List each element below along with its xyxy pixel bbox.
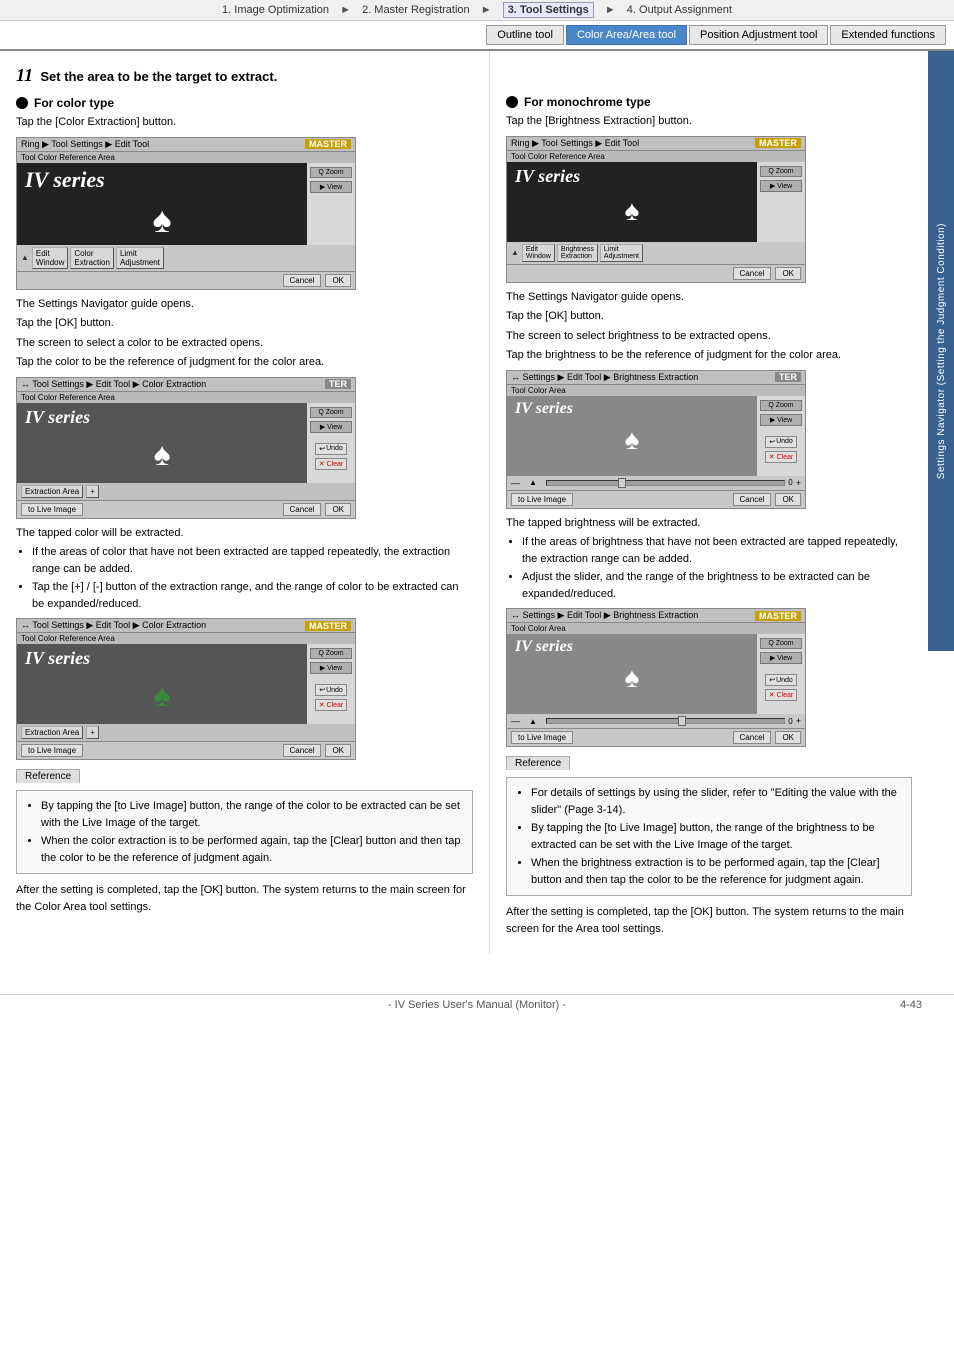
left-step1: Tap the [Color Extraction] button. bbox=[16, 114, 473, 131]
ui-screenshot-left-2: ↔ Tool Settings ▶ Edit Tool ▶ Color Extr… bbox=[16, 377, 356, 519]
extract-area-btn-l2[interactable]: Extraction Area bbox=[21, 485, 83, 498]
right-subsection-title: For monochrome type bbox=[506, 95, 912, 109]
bullet-icon-right bbox=[506, 96, 518, 108]
cancel-btn-r2[interactable]: Cancel bbox=[733, 493, 772, 506]
right-bullets: If the areas of brightness that have not… bbox=[522, 534, 912, 602]
view-btn-l1[interactable]: ▶ View bbox=[310, 181, 352, 193]
right-step2: The Settings Navigator guide opens. bbox=[506, 289, 912, 306]
zoom-btn-r3[interactable]: Q Zoom bbox=[760, 638, 802, 649]
reference-list-right: For details of settings by using the sli… bbox=[531, 785, 903, 888]
left-closing: After the setting is completed, tap the … bbox=[16, 882, 473, 915]
clear-btn-r3[interactable]: ✕ Clear bbox=[765, 689, 798, 701]
reference-tab-right: Reference bbox=[506, 756, 570, 770]
right-step5: Tap the brightness to be the reference o… bbox=[506, 347, 912, 364]
zoom-btn-l2[interactable]: Q Zoom bbox=[310, 407, 352, 418]
cancel-btn-r1[interactable]: Cancel bbox=[733, 267, 772, 280]
plus-btn-l3[interactable]: + bbox=[86, 726, 99, 739]
ok-btn-r3[interactable]: OK bbox=[775, 731, 801, 744]
right-step1: Tap the [Brightness Extraction] button. bbox=[506, 113, 912, 130]
view-btn-l2[interactable]: ▶ View bbox=[310, 421, 352, 433]
left-subsection-title: For color type bbox=[16, 96, 473, 110]
tab-outline-tool[interactable]: Outline tool bbox=[486, 25, 564, 45]
ok-btn-r1[interactable]: OK bbox=[775, 267, 801, 280]
right-closing: After the setting is completed, tap the … bbox=[506, 904, 912, 937]
breadcrumb-item-3: 3. Tool Settings bbox=[503, 2, 594, 18]
breadcrumb: 1. Image Optimization ► 2. Master Regist… bbox=[0, 0, 954, 21]
brightness-extract-btn-r1[interactable]: BrightnessExtraction bbox=[557, 244, 598, 262]
limit-adj-btn-r1[interactable]: LimitAdjustment bbox=[600, 244, 643, 262]
extract-area-btn-l3[interactable]: Extraction Area bbox=[21, 726, 83, 739]
breadcrumb-item-1: 1. Image Optimization bbox=[222, 4, 329, 16]
reference-section-left: Reference By tapping the [to Live Image]… bbox=[16, 768, 473, 874]
limit-adj-btn-l1[interactable]: LimitAdjustment bbox=[116, 247, 164, 269]
ui-screenshot-right-3: ↔ Settings ▶ Edit Tool ▶ Brightness Extr… bbox=[506, 608, 806, 747]
undo-btn-l3[interactable]: ↩ Undo bbox=[315, 684, 347, 696]
section-title: Set the area to be the target to extract… bbox=[40, 69, 277, 84]
view-btn-r3[interactable]: ▶ View bbox=[760, 652, 802, 664]
cancel-btn-l2[interactable]: Cancel bbox=[283, 503, 322, 516]
ok-btn-l1[interactable]: OK bbox=[325, 274, 351, 287]
zoom-btn-r2[interactable]: Q Zoom bbox=[760, 400, 802, 411]
right-step3: Tap the [OK] button. bbox=[506, 308, 912, 325]
ui-screenshot-right-1: Ring ▶ Tool Settings ▶ Edit Tool MASTER … bbox=[506, 136, 806, 283]
left-column: 11 Set the area to be the target to extr… bbox=[0, 51, 490, 954]
ok-btn-l2[interactable]: OK bbox=[325, 503, 351, 516]
ui-screenshot-left-1: Ring ▶ Tool Settings ▶ Edit Tool MASTER … bbox=[16, 137, 356, 290]
brightness-slider-r3[interactable] bbox=[546, 718, 785, 724]
to-live-btn-l3[interactable]: to Live Image bbox=[21, 744, 83, 757]
step-number: 11 bbox=[16, 65, 33, 85]
brightness-slider-r2[interactable] bbox=[546, 480, 785, 486]
ok-btn-r2[interactable]: OK bbox=[775, 493, 801, 506]
chapter-label: Settings Navigator (Setting the Judgment… bbox=[928, 51, 954, 651]
reference-tab-left: Reference bbox=[16, 769, 80, 783]
clear-btn-r2[interactable]: ✕ Clear bbox=[765, 451, 798, 463]
view-btn-l3[interactable]: ▶ View bbox=[310, 662, 352, 674]
footer-text: - IV Series User's Manual (Monitor) - bbox=[388, 999, 566, 1011]
ok-btn-l3[interactable]: OK bbox=[325, 744, 351, 757]
undo-btn-l2[interactable]: ↩ Undo bbox=[315, 443, 347, 455]
ui-screenshot-left-3: ↔ Tool Settings ▶ Edit Tool ▶ Color Extr… bbox=[16, 618, 356, 760]
tab-position-adjustment[interactable]: Position Adjustment tool bbox=[689, 25, 828, 45]
cancel-btn-l3[interactable]: Cancel bbox=[283, 744, 322, 757]
plus-btn-l2[interactable]: + bbox=[86, 485, 99, 498]
tab-extended-functions[interactable]: Extended functions bbox=[830, 25, 946, 45]
right-step6: The tapped brightness will be extracted. bbox=[506, 515, 912, 532]
zoom-btn-r1[interactable]: Q Zoom bbox=[760, 166, 802, 177]
tab-bar: Outline tool Color Area/Area tool Positi… bbox=[0, 21, 954, 51]
ui-screenshot-right-2: ↔ Settings ▶ Edit Tool ▶ Brightness Extr… bbox=[506, 370, 806, 509]
breadcrumb-item-2: 2. Master Registration bbox=[362, 4, 470, 16]
zoom-btn-l3[interactable]: Q Zoom bbox=[310, 648, 352, 659]
zoom-btn-l1[interactable]: Q Zoom bbox=[310, 167, 352, 178]
breadcrumb-item-4: 4. Output Assignment bbox=[627, 4, 732, 16]
right-column: For monochrome type Tap the [Brightness … bbox=[490, 51, 928, 954]
clear-btn-l2[interactable]: ✕ Clear bbox=[315, 458, 348, 470]
view-btn-r1[interactable]: ▶ View bbox=[760, 180, 802, 192]
left-step5: Tap the color to be the reference of jud… bbox=[16, 354, 473, 371]
undo-btn-r2[interactable]: ↩ Undo bbox=[765, 436, 797, 448]
cancel-btn-r3[interactable]: Cancel bbox=[733, 731, 772, 744]
to-live-btn-r3[interactable]: to Live Image bbox=[511, 731, 573, 744]
left-step6: The tapped color will be extracted. bbox=[16, 525, 473, 542]
view-btn-r2[interactable]: ▶ View bbox=[760, 414, 802, 426]
left-bullets: If the areas of color that have not been… bbox=[32, 544, 473, 612]
undo-btn-r3[interactable]: ↩ Undo bbox=[765, 674, 797, 686]
to-live-btn-r2[interactable]: to Live Image bbox=[511, 493, 573, 506]
color-extract-btn-l1[interactable]: ColorExtraction bbox=[70, 247, 114, 269]
edit-window-btn-r1[interactable]: EditWindow bbox=[522, 244, 555, 262]
reference-list-left: By tapping the [to Live Image] button, t… bbox=[41, 798, 464, 866]
to-live-btn-l2[interactable]: to Live Image bbox=[21, 503, 83, 516]
clear-btn-l3[interactable]: ✕ Clear bbox=[315, 699, 348, 711]
left-step2: The Settings Navigator guide opens. bbox=[16, 296, 473, 313]
edit-window-btn-l1[interactable]: EditWindow bbox=[32, 247, 68, 269]
reference-section-right: Reference For details of settings by usi… bbox=[506, 755, 912, 896]
left-step4: The screen to select a color to be extra… bbox=[16, 335, 473, 352]
left-step3: Tap the [OK] button. bbox=[16, 315, 473, 332]
section-header: 11 Set the area to be the target to extr… bbox=[16, 65, 473, 86]
bullet-icon bbox=[16, 97, 28, 109]
page-number: 4-43 bbox=[900, 999, 922, 1011]
cancel-btn-l1[interactable]: Cancel bbox=[283, 274, 322, 287]
right-step4: The screen to select brightness to be ex… bbox=[506, 328, 912, 345]
tab-color-area[interactable]: Color Area/Area tool bbox=[566, 25, 687, 45]
